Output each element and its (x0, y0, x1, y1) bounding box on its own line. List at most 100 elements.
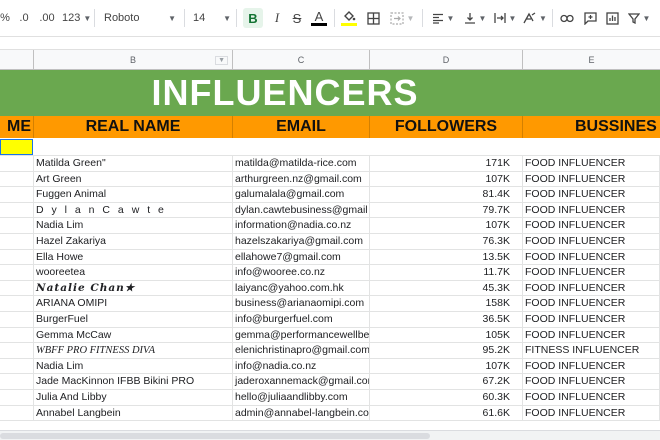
fill-color-button[interactable] (340, 8, 358, 28)
cell-business[interactable]: FOOD INFLUENCER (523, 390, 660, 405)
formula-bar[interactable] (0, 36, 660, 50)
cell-a[interactable] (0, 187, 34, 203)
cell-followers[interactable]: 171K (370, 156, 523, 171)
scrollbar-thumb[interactable] (0, 433, 430, 439)
cell-business[interactable]: FOOD INFLUENCER (523, 265, 660, 281)
cell-a[interactable] (0, 265, 34, 281)
cell-business[interactable]: FITNESS INFLUENCER (523, 343, 660, 359)
title-banner[interactable]: INFLUENCERS (0, 70, 660, 116)
cell-email[interactable]: ellahowe7@gmail.com (233, 249, 370, 265)
cell-business[interactable]: FOOD INFLUENCER (523, 156, 660, 171)
cell-a[interactable] (0, 327, 34, 343)
font-size-dropdown[interactable]: 14 ▼ (193, 8, 231, 28)
cell-email[interactable]: hazelszakariya@gmail.com (233, 234, 370, 249)
column-header-a[interactable] (0, 50, 34, 70)
cell-email[interactable]: info@wooree.co.nz (233, 265, 370, 281)
cell-business[interactable]: FOOD INFLUENCER (523, 202, 660, 218)
cell-a[interactable] (0, 390, 34, 405)
decrease-decimal-button[interactable]: .0 (16, 8, 32, 28)
horizontal-align-button[interactable]: ▼ (430, 8, 456, 28)
cell-business[interactable]: FOOD INFLUENCER (523, 327, 660, 343)
cell-followers[interactable]: 13.5K (370, 249, 523, 265)
cell-followers[interactable]: 45.3K (370, 280, 523, 296)
column-header-d[interactable]: D (370, 50, 523, 70)
cell-a[interactable] (0, 156, 34, 171)
cell-followers[interactable]: 81.4K (370, 187, 523, 203)
cell-email[interactable]: galumalala@gmail.com (233, 187, 370, 203)
cell-email[interactable]: matilda@matilda-rice.com (233, 156, 370, 171)
cell-email[interactable]: information@nadia.co.nz (233, 218, 370, 234)
cell-email[interactable]: info@burgerfuel.com (233, 312, 370, 327)
cell-a[interactable] (0, 249, 34, 265)
cell-email[interactable]: elenichristinapro@gmail.com (233, 343, 370, 359)
cell-real-name[interactable]: Jade MacKinnon IFBB Bikini PRO (34, 374, 233, 390)
cell-a[interactable] (0, 202, 34, 218)
cell-followers[interactable]: 95.2K (370, 343, 523, 359)
header-cell-real-name[interactable]: REAL NAME (34, 116, 233, 138)
cell-business[interactable]: FOOD INFLUENCER (523, 249, 660, 265)
cell-email[interactable]: laiyanc@yahoo.com.hk (233, 280, 370, 296)
cell-followers[interactable]: 76.3K (370, 234, 523, 249)
cell-business[interactable]: FOOD INFLUENCER (523, 296, 660, 312)
cell-real-name[interactable]: Matilda Green" (34, 156, 233, 171)
cell-a[interactable] (0, 234, 34, 249)
strikethrough-button[interactable]: S (288, 8, 306, 28)
cell-a[interactable] (0, 405, 34, 421)
cell-followers[interactable]: 107K (370, 171, 523, 187)
more-formats-dropdown[interactable]: 123 ▼ (62, 8, 91, 28)
cell-real-name[interactable]: Gemma McCaw (34, 327, 233, 343)
horizontal-scrollbar[interactable] (0, 430, 660, 440)
font-family-dropdown[interactable]: Roboto ▼ (104, 8, 176, 28)
cell-business[interactable]: FOOD INFLUENCER (523, 218, 660, 234)
header-cell-followers[interactable]: FOLLOWERS (370, 116, 523, 138)
selected-cell[interactable] (0, 139, 33, 155)
cell-email[interactable]: dylan.cawtebusiness@gmail (233, 202, 370, 218)
cell-business[interactable]: FOOD INFLUENCER (523, 280, 660, 296)
cell-business[interactable]: FOOD INFLUENCER (523, 234, 660, 249)
header-cell-business[interactable]: BUSSINES (523, 116, 660, 138)
cell-real-name[interactable]: Nadia Lim (34, 358, 233, 374)
header-cell-email[interactable]: EMAIL (233, 116, 370, 138)
cell-real-name[interactable]: D y l a n C a w t e (34, 202, 233, 218)
merge-cells-button[interactable]: ▼ (388, 8, 416, 28)
increase-decimal-button[interactable]: .00 (38, 8, 56, 28)
cell-real-name[interactable]: WBFF PRO FITNESS DIVA (34, 343, 233, 359)
insert-chart-button[interactable] (603, 8, 621, 28)
cell-followers[interactable]: 67.2K (370, 374, 523, 390)
column-header-b[interactable]: B ▼ (34, 50, 233, 70)
cell-a[interactable] (0, 343, 34, 359)
cell-followers[interactable]: 11.7K (370, 265, 523, 281)
cell-a[interactable] (0, 358, 34, 374)
cell-email[interactable]: info@nadia.co.nz (233, 358, 370, 374)
spreadsheet-grid[interactable]: INFLUENCERS ME REAL NAME EMAIL FOLLOWERS… (0, 70, 660, 430)
cell-a[interactable] (0, 171, 34, 187)
cell-email[interactable]: hello@juliaandlibby.com (233, 390, 370, 405)
cell-followers[interactable]: 60.3K (370, 390, 523, 405)
cell-real-name[interactable]: Fuggen Animal (34, 187, 233, 203)
filter-button[interactable]: ▼ (626, 8, 652, 28)
cell-email[interactable]: admin@annabel-langbein.co (233, 405, 370, 421)
cell-a[interactable] (0, 218, 34, 234)
cell-email[interactable]: business@arianaomipi.com (233, 296, 370, 312)
borders-button[interactable] (364, 8, 382, 28)
cell-business[interactable]: FOOD INFLUENCER (523, 374, 660, 390)
cell-business[interactable]: FOOD INFLUENCER (523, 358, 660, 374)
cell-real-name[interactable]: Art Green (34, 171, 233, 187)
cell-email[interactable]: jaderoxannemack@gmail.com (233, 374, 370, 390)
cell-email[interactable]: arthurgreen.nz@gmail.com (233, 171, 370, 187)
text-color-button[interactable]: A (310, 8, 328, 28)
cell-real-name[interactable]: Hazel Zakariya (34, 234, 233, 249)
cell-a[interactable] (0, 374, 34, 390)
cell-a[interactable] (0, 280, 34, 296)
percent-format-button[interactable]: % (0, 8, 10, 28)
cell-a[interactable] (0, 312, 34, 327)
cell-followers[interactable]: 158K (370, 296, 523, 312)
cell-followers[interactable]: 36.5K (370, 312, 523, 327)
cell-business[interactable]: FOOD INFLUENCER (523, 187, 660, 203)
cell-real-name[interactable]: wooreetea (34, 265, 233, 281)
cell-followers[interactable]: 107K (370, 358, 523, 374)
italic-button[interactable]: I (268, 8, 286, 28)
cell-business[interactable]: FOOD INFLUENCER (523, 405, 660, 421)
column-menu-icon[interactable]: ▼ (215, 55, 228, 65)
text-wrapping-button[interactable]: ▼ (492, 8, 518, 28)
